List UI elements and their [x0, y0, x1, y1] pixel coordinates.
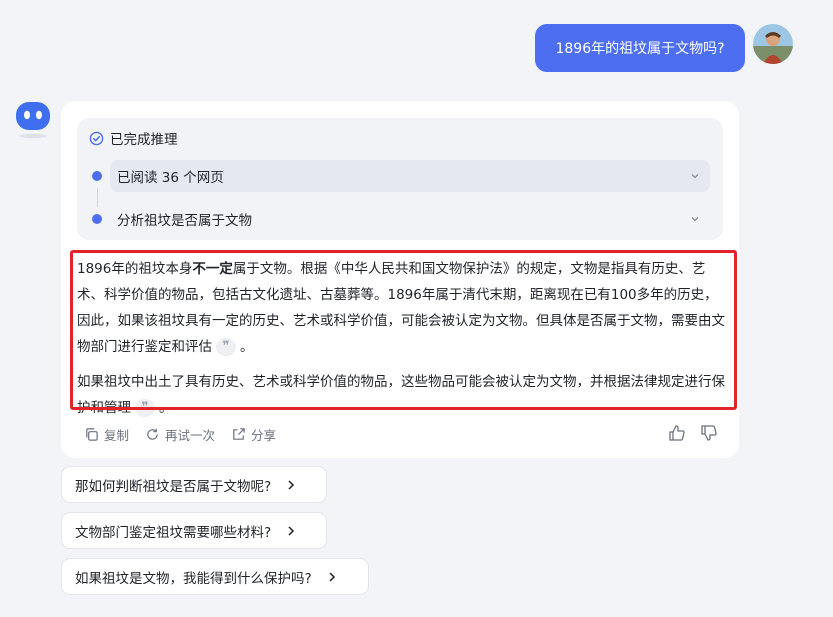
- suggestion-label: 如果祖坟是文物，我能得到什么保护吗?: [75, 570, 312, 587]
- user-avatar[interactable]: [753, 24, 793, 64]
- user-message-bubble: 1896年的祖坟属于文物吗?: [535, 24, 745, 72]
- reasoning-header[interactable]: 已完成推理: [89, 128, 178, 148]
- thumbs-up-button[interactable]: [668, 424, 688, 444]
- thumbs-up-icon: [669, 425, 685, 441]
- answer-action-bar: 复制 再试一次 分享: [84, 424, 276, 444]
- step-dot: [92, 214, 102, 224]
- suggestion-label: 文物部门鉴定祖坟需要哪些材料?: [75, 524, 272, 541]
- chevron-right-icon: [288, 525, 295, 536]
- suggestion-label: 那如何判断祖坟是否属于文物呢?: [75, 478, 272, 495]
- step-connector: [96, 188, 98, 207]
- user-avatar-image: [753, 24, 793, 64]
- checklist-icon: [89, 131, 104, 145]
- reasoning-step-read-pages[interactable]: 已阅读 36 个网页: [110, 160, 710, 192]
- share-label: 分享: [251, 427, 277, 443]
- step-dot: [92, 171, 102, 181]
- reasoning-step-analyze[interactable]: 分析祖坟是否属于文物: [110, 203, 710, 235]
- step-label: 分析祖坟是否属于文物: [117, 213, 252, 229]
- retry-label: 再试一次: [165, 427, 216, 443]
- chevron-down-icon: [691, 174, 699, 179]
- assistant-avatar: [14, 100, 52, 140]
- copy-icon: [86, 427, 98, 441]
- highlight-annotation-box: [70, 250, 737, 410]
- chevron-right-icon: [329, 571, 335, 582]
- thumbs-down-button[interactable]: [700, 424, 720, 444]
- suggestion-chip[interactable]: 文物部门鉴定祖坟需要哪些材料?: [61, 512, 327, 549]
- chevron-right-icon: [288, 479, 295, 490]
- chevron-down-icon: [691, 217, 699, 222]
- thumbs-down-icon: [701, 425, 717, 441]
- share-icon: [233, 427, 245, 440]
- share-button[interactable]: 分享: [231, 425, 276, 444]
- copy-label: 复制: [104, 427, 130, 443]
- user-message-text: 1896年的祖坟属于文物吗?: [555, 41, 725, 57]
- copy-button[interactable]: 复制: [84, 425, 129, 444]
- suggestion-chip[interactable]: 如果祖坟是文物，我能得到什么保护吗?: [61, 558, 369, 595]
- retry-button[interactable]: 再试一次: [145, 425, 215, 444]
- suggestion-chip[interactable]: 那如何判断祖坟是否属于文物呢?: [61, 466, 327, 503]
- assistant-logo-icon: [16, 102, 50, 139]
- step-label: 已阅读 36 个网页: [117, 170, 224, 186]
- reasoning-status: 已完成推理: [110, 132, 178, 148]
- refresh-icon: [147, 428, 158, 440]
